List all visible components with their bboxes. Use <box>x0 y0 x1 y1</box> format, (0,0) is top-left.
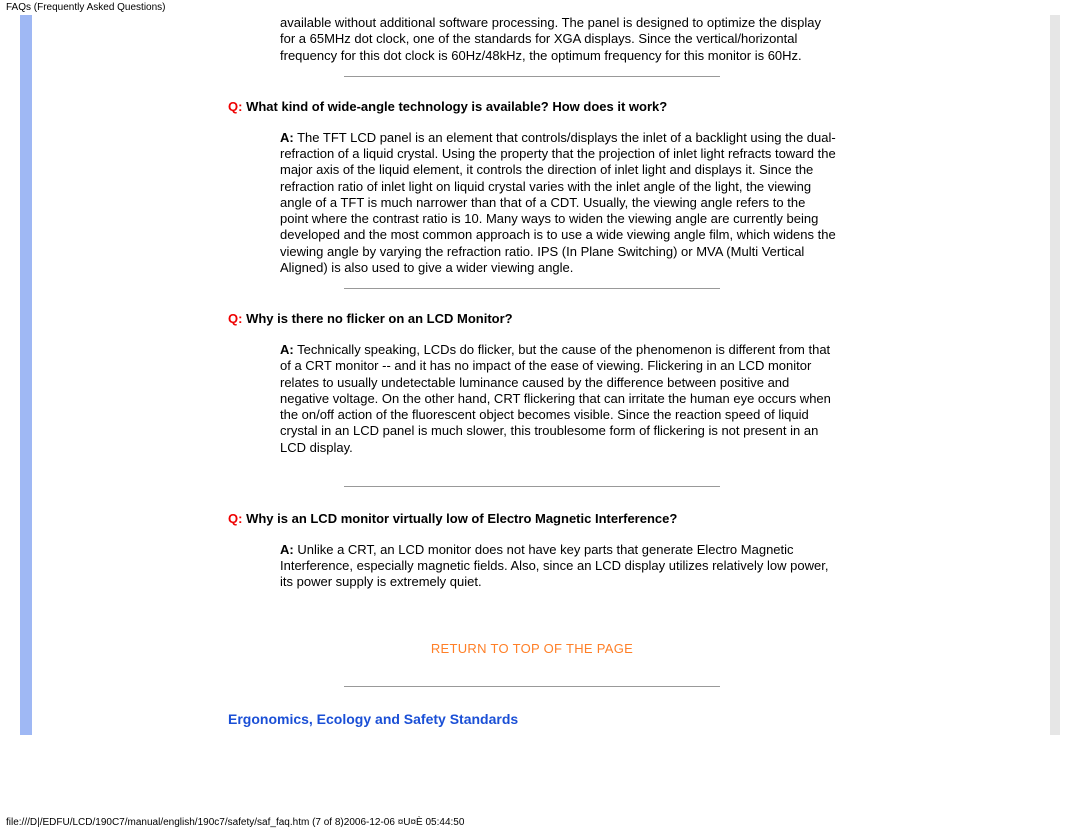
right-margin <box>870 15 1050 735</box>
a-text: The TFT LCD panel is an element that con… <box>280 130 836 275</box>
faq-answer-3: A: Unlike a CRT, an LCD monitor does not… <box>228 542 836 591</box>
intro-answer-text: available without additional software pr… <box>228 15 836 64</box>
faq-answer-2: A: Technically speaking, LCDs do flicker… <box>228 342 836 456</box>
q-text: What kind of wide-angle technology is av… <box>246 99 667 114</box>
q-label: Q: <box>228 511 242 526</box>
q-label: Q: <box>228 311 242 326</box>
right-grey-strip <box>1050 15 1060 735</box>
faq-question-2: Q: Why is there no flicker on an LCD Mon… <box>228 311 836 326</box>
a-text: Technically speaking, LCDs do flicker, b… <box>280 342 831 455</box>
footer-file-path: file:///D|/EDFU/LCD/190C7/manual/english… <box>0 815 470 830</box>
divider <box>344 486 721 487</box>
content-column: available without additional software pr… <box>228 15 870 735</box>
divider <box>344 76 721 77</box>
return-to-top-link[interactable]: RETURN TO TOP OF THE PAGE <box>228 641 836 656</box>
faq-answer-1: A: The TFT LCD panel is an element that … <box>228 130 836 276</box>
a-text: Unlike a CRT, an LCD monitor does not ha… <box>280 542 828 590</box>
q-label: Q: <box>228 99 242 114</box>
a-label: A: <box>280 542 294 557</box>
section-heading-ergonomics: Ergonomics, Ecology and Safety Standards <box>228 711 836 727</box>
divider <box>344 288 721 289</box>
left-margin <box>38 15 228 735</box>
left-accent-bar <box>20 15 32 735</box>
a-label: A: <box>280 130 294 145</box>
q-text: Why is there no flicker on an LCD Monito… <box>246 311 513 326</box>
q-text: Why is an LCD monitor virtually low of E… <box>246 511 677 526</box>
a-label: A: <box>280 342 294 357</box>
page-header-title: FAQs (Frequently Asked Questions) <box>0 0 1080 15</box>
divider <box>344 686 721 687</box>
faq-question-3: Q: Why is an LCD monitor virtually low o… <box>228 511 836 526</box>
faq-question-1: Q: What kind of wide-angle technology is… <box>228 99 836 114</box>
main-layout: available without additional software pr… <box>0 15 1080 735</box>
